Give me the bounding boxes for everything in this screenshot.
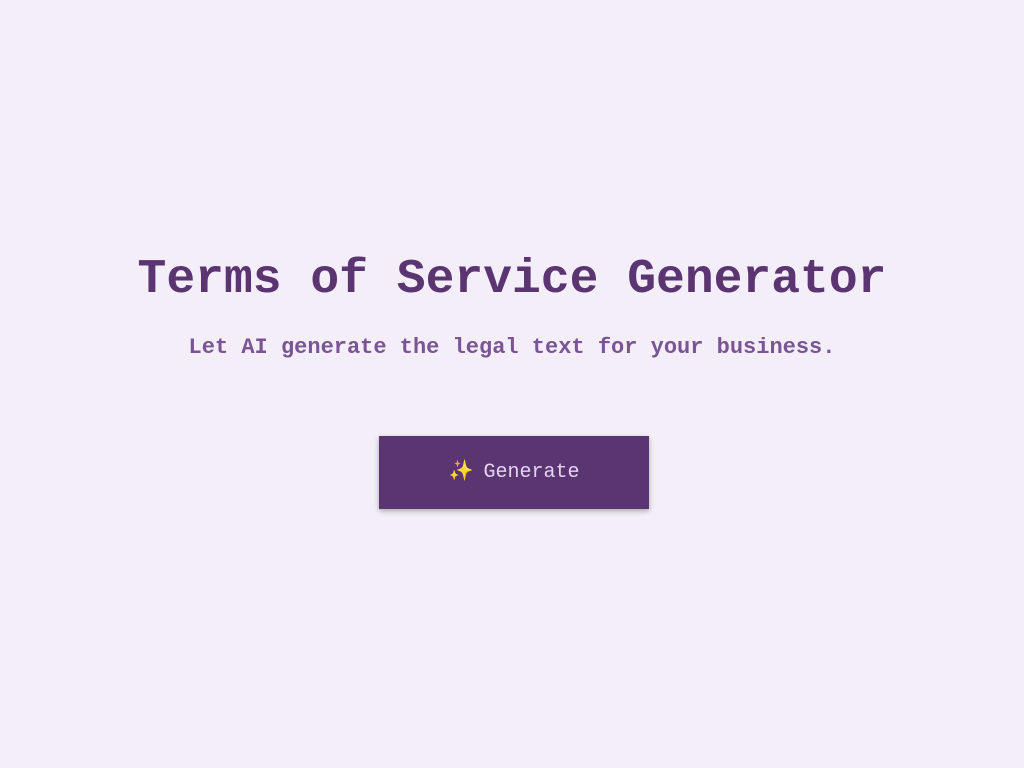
page-subtitle: Let AI generate the legal text for your …	[188, 335, 836, 360]
sparkles-icon: ✨	[448, 460, 474, 484]
generate-button-label: Generate	[483, 461, 580, 484]
page: Terms of Service Generator Let AI genera…	[0, 0, 1024, 768]
generate-button[interactable]: ✨ Generate	[379, 436, 649, 509]
page-title: Terms of Service Generator	[137, 253, 887, 307]
